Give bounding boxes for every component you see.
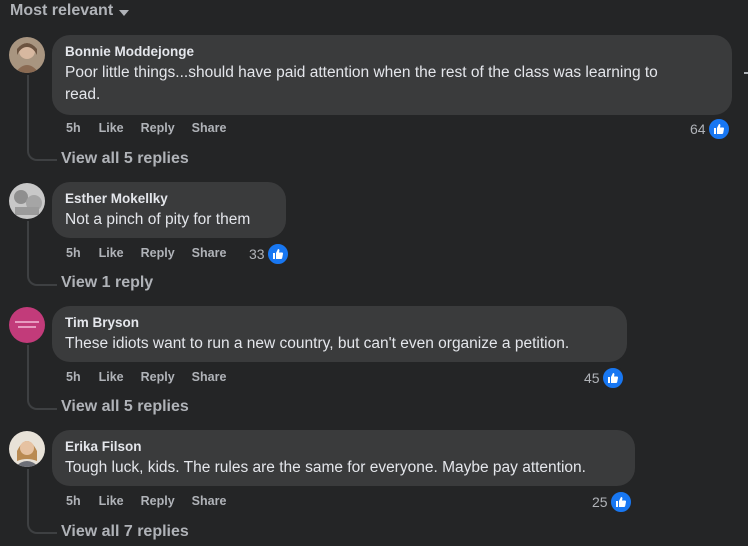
comment-text-line: Poor little things...should have paid at… [65,64,658,81]
share-button[interactable]: Share [192,370,227,384]
comment-text-line: read. [65,86,101,103]
view-replies-link[interactable]: View all 7 replies [61,523,189,541]
avatar-photo-icon [9,307,45,343]
caret-down-icon [119,9,130,16]
like-button[interactable]: Like [99,121,124,135]
view-replies-link[interactable]: View all 5 replies [61,398,189,416]
reply-thread-curve [27,518,57,534]
thumbs-up-icon [706,117,731,141]
view-replies-link[interactable]: View all 5 replies [61,150,189,168]
comment-bubble: Tim Bryson These idiots want to run a ne… [52,306,627,362]
reaction-count-value: 33 [249,246,265,262]
comment-bubble: Esther Mokellky Not a pinch of pity for … [52,182,286,238]
comment-actions: 5h Like Reply Share [66,121,243,135]
avatar[interactable] [9,307,45,343]
thumbs-up-icon [600,366,625,390]
comment-timestamp[interactable]: 5h [66,494,81,508]
share-button[interactable]: Share [192,121,227,135]
avatar-photo-icon [9,37,45,73]
reply-button[interactable]: Reply [141,494,175,508]
reaction-count-value: 45 [584,370,600,386]
comment-text: These idiots want to run a new country, … [65,335,570,352]
avatar-photo-icon [9,431,45,467]
comment-actions: 5h Like Reply Share [66,246,243,260]
reaction-count-value: 64 [690,121,706,137]
reply-thread-line [27,75,29,147]
thumbs-up-icon [265,242,290,266]
comment-sort-dropdown[interactable]: Most relevant [10,0,130,22]
reply-thread-curve [27,394,57,410]
comment-text: Poor little things...should have paid at… [65,62,720,106]
like-button[interactable]: Like [99,246,124,260]
view-replies-link[interactable]: View 1 reply [61,274,153,292]
reply-thread-line [27,345,29,395]
comment-author[interactable]: Erika Filson [65,438,623,455]
reaction-count[interactable]: 45 [584,366,625,390]
comment-text: Tough luck, kids. The rules are the same… [65,459,586,476]
reply-button[interactable]: Reply [141,246,175,260]
comment-timestamp[interactable]: 5h [66,246,81,260]
comment-author[interactable]: Esther Mokellky [65,190,274,207]
reply-thread-line [27,221,29,271]
comment-timestamp[interactable]: 5h [66,121,81,135]
reply-thread-curve [27,270,57,286]
avatar[interactable] [9,183,45,219]
reaction-count-value: 25 [592,494,608,510]
avatar-photo-icon [9,183,45,219]
avatar[interactable] [9,431,45,467]
reaction-count[interactable]: 33 [249,242,290,266]
avatar[interactable] [9,37,45,73]
comment-author[interactable]: Bonnie Moddejonge [65,43,720,60]
reply-thread-curve [27,145,57,161]
like-button[interactable]: Like [99,370,124,384]
scroll-edge-marker [744,72,748,74]
comment-bubble: Bonnie Moddejonge Poor little things...s… [52,35,732,115]
comment-timestamp[interactable]: 5h [66,370,81,384]
reply-button[interactable]: Reply [141,370,175,384]
reply-thread-line [27,469,29,519]
comment-author[interactable]: Tim Bryson [65,314,615,331]
share-button[interactable]: Share [192,246,227,260]
share-button[interactable]: Share [192,494,227,508]
like-button[interactable]: Like [99,494,124,508]
comment-text: Not a pinch of pity for them [65,211,251,228]
sort-label: Most relevant [10,2,114,19]
comment-bubble: Erika Filson Tough luck, kids. The rules… [52,430,635,486]
comment-actions: 5h Like Reply Share [66,494,243,508]
thumbs-up-icon [608,490,633,514]
comment-actions: 5h Like Reply Share [66,370,243,384]
reaction-count[interactable]: 25 [592,490,633,514]
reply-button[interactable]: Reply [141,121,175,135]
reaction-count[interactable]: 64 [690,117,731,141]
